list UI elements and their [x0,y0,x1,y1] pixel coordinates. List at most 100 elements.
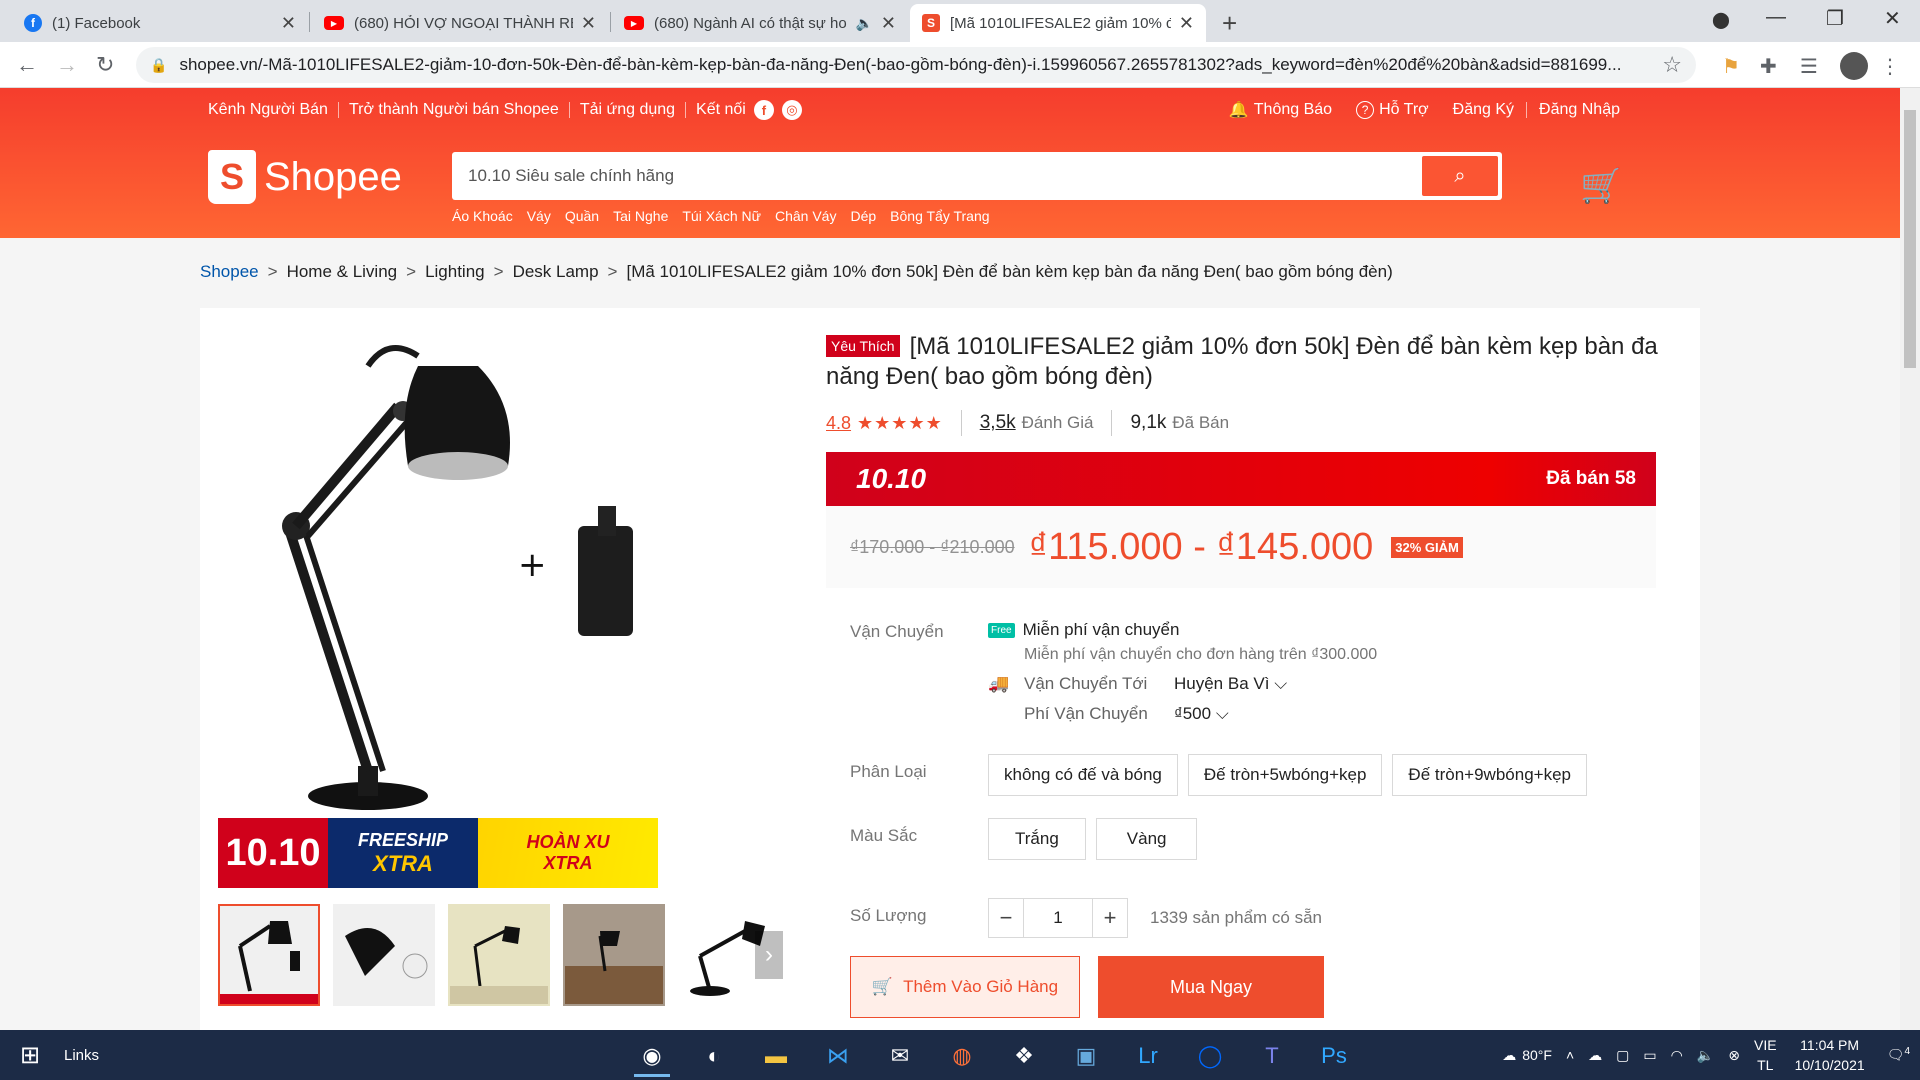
lang-mode: TL [1757,1057,1774,1073]
search-button[interactable]: ⌕ [1422,156,1498,196]
tab-youtube-2[interactable]: ▶ (680) Ngành AI có thật sự ho 🔈 ✕ [612,4,908,42]
search-input[interactable]: 10.10 Siêu sale chính hãng [456,166,1422,186]
mail-icon[interactable]: ✉ [872,1035,928,1077]
tab-shopee[interactable]: S [Mã 1010LIFESALE2 giảm 10% đơ ✕ [910,4,1206,42]
hotword-link[interactable]: Túi Xách Nữ [682,208,761,224]
hotword-link[interactable]: Áo Khoác [452,208,513,224]
windows-start-icon[interactable]: ⊞ [0,1030,60,1080]
weather-icon[interactable]: ☁ [1502,1047,1516,1064]
close-icon[interactable]: ✕ [881,13,896,34]
weather-temp[interactable]: 80°F [1522,1047,1552,1063]
wifi-icon[interactable]: ◠ [1671,1047,1683,1064]
device-icon[interactable]: ▢ [1616,1047,1629,1064]
rating-value[interactable]: 4.8 [826,413,851,434]
tab-search-icon[interactable]: ⬤ [1712,10,1730,30]
decrease-button[interactable]: − [988,898,1024,938]
url-text[interactable]: shopee.vn/-Mã-1010LIFESALE2-giảm-10-đơn-… [179,55,1662,75]
seller-center-link[interactable]: Kênh Người Bán [208,101,328,119]
thumbnail-2[interactable] [333,904,435,1006]
hotword-link[interactable]: Chân Váy [775,208,836,224]
address-bar[interactable]: 🔒 shopee.vn/-Mã-1010LIFESALE2-giảm-10-đơ… [136,47,1696,83]
reviews-label: Đánh Giá [1021,413,1094,432]
edge-icon[interactable]: ◐ [686,1035,742,1077]
hotword-link[interactable]: Bông Tẩy Trang [890,208,989,224]
battery-icon[interactable]: ▭ [1643,1047,1656,1064]
notification-link[interactable]: 🔔 Thông Báo [1229,100,1332,120]
hotword-link[interactable]: Quần [565,208,599,224]
scrollbar-thumb[interactable] [1904,110,1916,368]
clock[interactable]: 11:04 PM 10/10/2021 [1795,1035,1865,1075]
new-tab-button[interactable]: + [1222,8,1237,39]
minimize-button[interactable]: — [1766,6,1786,29]
links-toolbar[interactable]: Links [64,1047,99,1064]
instagram-icon[interactable]: ◎ [781,100,802,120]
thumbnail-4[interactable] [563,904,665,1006]
tab-youtube-1[interactable]: ▶ (680) HỎI VỢ NGOẠI THÀNH RE ✕ [312,4,608,42]
breadcrumb-lighting[interactable]: Lighting [425,262,485,282]
photoshop-icon[interactable]: Ps [1306,1035,1362,1077]
menu-icon[interactable]: ⋮ [1880,54,1900,79]
puzzle-icon[interactable]: ✚ [1760,54,1777,79]
color-option[interactable]: Trắng [988,818,1086,860]
breadcrumb-home[interactable]: Shopee [200,262,259,282]
maximize-button[interactable]: ❐ [1826,6,1844,31]
zalo-icon[interactable]: ◯ [1182,1035,1238,1077]
extension-icon[interactable]: ⚑ [1722,54,1740,79]
teams-icon[interactable]: T [1244,1035,1300,1077]
reload-icon[interactable]: ↻ [96,52,114,78]
ship-fee-dropdown[interactable]: ₫500 ⌵ [1174,704,1229,724]
hotword-link[interactable]: Dép [850,208,876,224]
help-link[interactable]: ? Hỗ Trợ [1356,101,1429,119]
media-icon[interactable]: ☰ [1800,54,1818,79]
buy-now-button[interactable]: Mua Ngay [1098,956,1324,1018]
close-icon[interactable]: ✕ [1179,13,1194,34]
add-to-cart-button[interactable]: 🛒 Thêm Vào Giỏ Hàng [850,956,1080,1018]
breadcrumb-home-living[interactable]: Home & Living [287,262,398,282]
cart-icon[interactable]: 🛒 [1580,166,1622,206]
thumbnail-3[interactable] [448,904,550,1006]
onedrive-icon[interactable]: ☁ [1588,1047,1602,1064]
input-language[interactable]: VIE TL [1754,1035,1777,1075]
vscode-icon[interactable]: ⋈ [810,1035,866,1077]
chrome-icon[interactable]: ◉ [624,1035,680,1077]
thumbnail-next-button[interactable]: › [755,931,783,979]
profile-avatar[interactable] [1840,52,1868,80]
increase-button[interactable]: + [1092,898,1128,938]
variant-option[interactable]: Đế tròn+5wbóng+kẹp [1187,754,1383,796]
breadcrumb-desk-lamp[interactable]: Desk Lamp [513,262,599,282]
shopee-logo[interactable]: S Shopee [208,150,402,204]
ship-to-dropdown[interactable]: Huyện Ba Vì ⌵ [1174,674,1287,694]
close-icon[interactable]: ✕ [281,13,296,34]
variant-option[interactable]: không có đế và bóng [988,754,1178,796]
color-option[interactable]: Vàng [1095,818,1198,860]
thumbnail-1[interactable] [218,904,320,1006]
register-link[interactable]: Đăng Ký [1453,101,1514,119]
facebook-icon[interactable]: f [753,100,774,120]
lightroom-icon[interactable]: Lr [1120,1035,1176,1077]
volume-icon[interactable]: 🔈 [1697,1047,1714,1064]
variant-option[interactable]: Đế tròn+9wbóng+kẹp [1392,754,1587,796]
tab-facebook[interactable]: f (1) Facebook ✕ [12,4,308,42]
become-seller-link[interactable]: Trở thành Người bán Shopee [349,101,559,119]
hotword-link[interactable]: Tai Nghe [613,208,668,224]
bookmark-star-icon[interactable]: ☆ [1662,52,1682,78]
hotword-link[interactable]: Váy [527,208,551,224]
firefox-icon[interactable]: ◍ [934,1035,990,1077]
download-app-link[interactable]: Tải ứng dụng [580,101,675,119]
back-icon[interactable]: ← [16,52,38,78]
chevron-up-icon[interactable]: ˄ [1566,1047,1574,1063]
reviews-count[interactable]: 3,5k [980,412,1016,434]
notification-center-icon[interactable]: 🗨4 [1887,1046,1910,1064]
page-scrollbar[interactable] [1900,88,1920,1030]
quantity-input[interactable]: 1 [1024,898,1092,938]
mic-off-icon[interactable]: ⊗ [1728,1047,1740,1064]
close-icon[interactable]: ✕ [581,13,596,34]
dropbox-icon[interactable]: ❖ [996,1035,1052,1077]
login-link[interactable]: Đăng Nhập [1526,101,1620,119]
close-window-button[interactable]: ✕ [1884,6,1901,31]
forward-icon[interactable]: → [56,52,78,78]
quantity-stepper: − 1 + 1339 sản phẩm có sẵn [988,898,1322,938]
banner-hoanxu: HOÀN XU XTRA [478,818,658,888]
file-explorer-icon[interactable]: ▬ [748,1035,804,1077]
app-icon[interactable]: ▣ [1058,1035,1114,1077]
